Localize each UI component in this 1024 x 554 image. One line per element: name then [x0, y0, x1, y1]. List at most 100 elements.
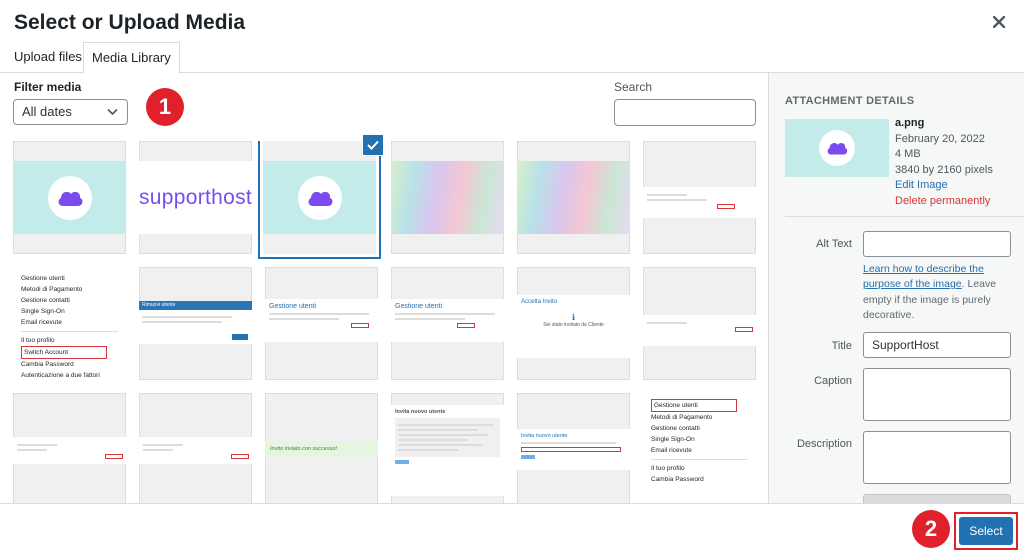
media-item[interactable]: [643, 267, 756, 380]
menu-line: Cambia Password: [651, 476, 704, 483]
alt-text-input[interactable]: [863, 231, 1011, 257]
dialog-preview: Rimuovi utente: [139, 301, 252, 344]
menu-line-highlighted: Gestione utenti: [651, 399, 737, 412]
tab-media-library[interactable]: Media Library: [83, 42, 180, 74]
select-button-highlight: Select: [954, 512, 1018, 550]
image-preview: [391, 161, 504, 234]
dialog-header: Rimuovi utente: [139, 301, 252, 310]
step-badge-1: 1: [146, 88, 184, 126]
attachment-info: a.png February 20, 2022 4 MB 3840 by 216…: [895, 116, 993, 209]
title-label: Title: [831, 340, 852, 352]
next-field[interactable]: [863, 494, 1011, 503]
invite-preview: Accetta Invito ℹ Sei stato invitato da C…: [517, 295, 630, 358]
media-item[interactable]: [13, 141, 126, 254]
media-item[interactable]: Gestione utenti: [391, 267, 504, 380]
attachment-details-sidebar: ATTACHMENT DETAILS a.png February 20, 20…: [768, 73, 1024, 503]
modal-title: Select or Upload Media: [14, 11, 246, 34]
preview-heading: Gestione utenti: [269, 303, 317, 310]
media-item-selected[interactable]: [263, 141, 376, 254]
media-item[interactable]: Gestione utenti Metodi di Pagamento Gest…: [643, 393, 756, 503]
menu-line: Autenticazione a due fattori: [21, 372, 100, 379]
media-item[interactable]: Accetta Invito ℹ Sei stato invitato da C…: [517, 267, 630, 380]
preview-heading: Gestione utenti: [395, 303, 443, 310]
selected-check-icon[interactable]: [362, 134, 384, 156]
edit-image-link[interactable]: Edit Image: [895, 178, 993, 194]
media-item[interactable]: [517, 141, 630, 254]
image-preview: Invito inviato con successo!: [265, 441, 378, 458]
menu-line: Il tuo profilo: [651, 465, 685, 472]
step-badge-2: 2: [912, 510, 950, 548]
info-icon: ℹ: [571, 313, 576, 322]
divider: [785, 216, 1024, 217]
menu-line: Cambia Password: [21, 361, 74, 368]
alt-text-help: Learn how to describe the purpose of the…: [863, 262, 1013, 323]
caption-label: Caption: [814, 375, 852, 387]
media-item[interactable]: Invita nuovo utente: [391, 393, 504, 503]
media-item[interactable]: Gestione utenti: [265, 267, 378, 380]
cloud-icon: [58, 191, 82, 206]
date-filter-value: All dates: [22, 104, 72, 119]
media-item[interactable]: [643, 141, 756, 254]
cloud-icon: [827, 143, 848, 155]
menu-preview: Gestione utenti Metodi di Pagamento Gest…: [643, 393, 756, 503]
description-textarea[interactable]: [863, 431, 1011, 484]
search-label: Search: [614, 80, 653, 94]
form-preview: Invita nuovo utente: [391, 405, 504, 496]
table-preview: Gestione utenti: [391, 299, 504, 342]
attachment-size: 4 MB: [895, 148, 921, 160]
image-preview: [13, 437, 126, 464]
cloud-icon: [308, 191, 332, 206]
menu-line: Email ricevute: [651, 447, 692, 454]
search-input[interactable]: [614, 99, 756, 126]
media-item[interactable]: Gestione utenti Metodi di Pagamento Gest…: [13, 267, 126, 380]
attachment-date: February 20, 2022: [895, 132, 985, 145]
attachment-dimensions: 3840 by 2160 pixels: [895, 163, 993, 176]
media-item[interactable]: Rimuovi utente: [139, 267, 252, 380]
description-label: Description: [796, 438, 852, 450]
media-item[interactable]: [13, 393, 126, 503]
close-icon[interactable]: [988, 11, 1010, 33]
table-preview: Gestione utenti: [265, 299, 378, 342]
preview-heading: Invita nuovo utente: [395, 409, 446, 415]
image-preview: [263, 161, 376, 234]
delete-permanently-link[interactable]: Delete permanently: [895, 194, 993, 210]
modal-footer: 2 Select: [0, 503, 1024, 554]
alt-text-label: Alt Text: [816, 238, 852, 250]
menu-line: Il tuo profilo: [21, 337, 55, 344]
date-filter-select[interactable]: All dates: [13, 99, 128, 125]
media-item[interactable]: supporthost: [139, 141, 252, 254]
wordmark-preview: supporthost: [139, 161, 252, 234]
image-preview: [643, 187, 756, 218]
menu-line: Metodi di Pagamento: [21, 286, 83, 293]
attachment-filename: a.png: [895, 117, 925, 129]
filter-media-label: Filter media: [14, 80, 82, 94]
title-input[interactable]: SupportHost: [863, 332, 1011, 358]
image-preview: [13, 161, 126, 234]
success-message: Invito inviato con successo!: [265, 441, 378, 457]
tab-bar: Upload files Media Library: [0, 42, 1024, 74]
chevron-down-icon: [107, 108, 118, 116]
select-button[interactable]: Select: [959, 517, 1013, 545]
media-item[interactable]: Invita nuovo utente: [517, 393, 630, 503]
menu-line: Single Sign-On: [651, 436, 695, 443]
tab-upload-files[interactable]: Upload files: [6, 42, 90, 73]
preview-heading: Accetta Invito: [521, 299, 558, 305]
preview-text: Sei stato invitato da Cliente: [543, 322, 604, 328]
media-modal: Select or Upload Media Upload files Medi…: [0, 0, 1024, 554]
image-preview: [517, 161, 630, 234]
menu-line: Single Sign-On: [21, 308, 65, 315]
image-preview: [643, 315, 756, 346]
image-preview: [139, 437, 252, 464]
media-item[interactable]: [139, 393, 252, 503]
form-preview: Invita nuovo utente: [517, 429, 630, 470]
caption-textarea[interactable]: [863, 368, 1011, 421]
menu-line: Gestione contatti: [21, 297, 70, 304]
media-item[interactable]: [391, 141, 504, 254]
media-grid: supporthost Gestione utenti Metodi di Pa…: [13, 141, 758, 503]
preview-heading: Invita nuovo utente: [521, 433, 568, 439]
menu-line: Gestione utenti: [21, 275, 65, 282]
attachment-thumbnail: [785, 119, 889, 177]
media-item[interactable]: Invito inviato con successo!: [265, 393, 378, 503]
menu-line: Email ricevute: [21, 319, 62, 326]
menu-line: Metodi di Pagamento: [651, 414, 713, 421]
